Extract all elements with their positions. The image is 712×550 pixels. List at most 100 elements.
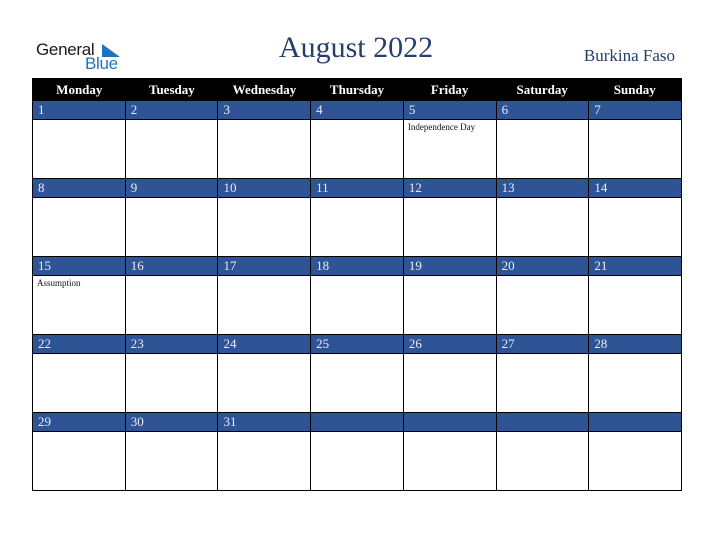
- holiday-label: [311, 198, 403, 200]
- day-number: 6: [496, 101, 589, 120]
- day-cell[interactable]: [311, 413, 404, 490]
- holiday-label: [126, 432, 218, 434]
- weekday-header: Monday: [56, 82, 103, 97]
- holiday-label: [311, 432, 403, 434]
- day-cell[interactable]: 2: [125, 101, 219, 178]
- day-cell[interactable]: 1: [33, 101, 126, 178]
- holiday-label: [126, 276, 218, 278]
- day-cell[interactable]: 5 Independence Day: [403, 101, 497, 178]
- day-number: 26: [403, 335, 496, 354]
- holiday-label: [126, 198, 218, 200]
- day-number: 19: [403, 257, 496, 276]
- day-number: 1: [33, 101, 125, 120]
- holiday-label: [218, 432, 310, 434]
- day-number: 10: [218, 179, 311, 198]
- day-cell[interactable]: 12: [403, 179, 497, 256]
- holiday-label: [404, 354, 496, 356]
- day-number: 13: [496, 179, 589, 198]
- week-row: 22 23 24 25 26 27 28: [33, 335, 682, 413]
- holiday-label: [589, 276, 681, 278]
- day-number: 11: [311, 179, 403, 198]
- day-cell[interactable]: 4: [311, 101, 404, 178]
- day-cell[interactable]: 20: [496, 257, 590, 334]
- holiday-label: [589, 432, 681, 434]
- day-cell[interactable]: 10: [218, 179, 312, 256]
- day-number: 5: [403, 101, 496, 120]
- day-number: 15: [33, 257, 125, 276]
- day-cell[interactable]: 3: [218, 101, 312, 178]
- weekday-header: Saturday: [516, 82, 568, 97]
- day-cell[interactable]: 6: [496, 101, 590, 178]
- day-number: 30: [125, 413, 218, 432]
- holiday-label: [218, 354, 310, 356]
- holiday-label: [126, 354, 218, 356]
- day-cell[interactable]: 19: [403, 257, 497, 334]
- holiday-label: [589, 198, 681, 200]
- day-cell[interactable]: 17: [218, 257, 312, 334]
- day-number: 31: [218, 413, 311, 432]
- calendar-grid: Monday Tuesday Wednesday Thursday Friday…: [32, 78, 682, 491]
- day-number: 20: [496, 257, 589, 276]
- weekday-header: Wednesday: [232, 82, 297, 97]
- day-cell[interactable]: 8: [33, 179, 126, 256]
- day-cell[interactable]: 30: [125, 413, 219, 490]
- day-cell[interactable]: 28: [589, 335, 682, 412]
- day-number: 28: [589, 335, 682, 354]
- day-number: [311, 413, 403, 432]
- day-number: 17: [218, 257, 311, 276]
- holiday-label: [33, 198, 125, 200]
- holiday-label: [33, 354, 125, 356]
- day-number: 25: [311, 335, 403, 354]
- day-cell[interactable]: 27: [496, 335, 590, 412]
- holiday-label: [33, 120, 125, 122]
- holiday-label: [589, 354, 681, 356]
- country-label: Burkina Faso: [583, 46, 675, 65]
- day-cell[interactable]: [589, 413, 682, 490]
- week-row: 15 Assumption 16 17 18 19 20 21: [33, 257, 682, 335]
- day-number: 21: [589, 257, 682, 276]
- day-cell[interactable]: 16: [125, 257, 219, 334]
- holiday-label: [497, 198, 589, 200]
- day-number: 16: [125, 257, 218, 276]
- day-number: 4: [311, 101, 403, 120]
- weekday-header: Thursday: [329, 82, 385, 97]
- holiday-label: [497, 432, 589, 434]
- holiday-label: [589, 120, 681, 122]
- week-row: 29 30 31: [33, 413, 682, 490]
- holiday-label: [497, 276, 589, 278]
- day-cell[interactable]: 14: [589, 179, 682, 256]
- day-number: 2: [125, 101, 218, 120]
- holiday-label: [126, 120, 218, 122]
- holiday-label: [497, 120, 589, 122]
- day-cell[interactable]: [403, 413, 497, 490]
- holiday-label: Independence Day: [407, 122, 476, 132]
- weekday-header: Tuesday: [148, 82, 195, 97]
- day-number: [496, 413, 589, 432]
- day-cell[interactable]: 22: [33, 335, 126, 412]
- day-number: 8: [33, 179, 125, 198]
- day-cell[interactable]: 11: [311, 179, 404, 256]
- day-cell[interactable]: 15 Assumption: [33, 257, 126, 334]
- day-cell[interactable]: 24: [218, 335, 312, 412]
- day-cell[interactable]: 31: [218, 413, 312, 490]
- weekday-header: Friday: [430, 82, 469, 97]
- day-number: 7: [589, 101, 682, 120]
- day-cell[interactable]: 21: [589, 257, 682, 334]
- day-cell[interactable]: 13: [496, 179, 590, 256]
- day-cell[interactable]: 18: [311, 257, 404, 334]
- day-number: 23: [125, 335, 218, 354]
- weekday-header-row: Monday Tuesday Wednesday Thursday Friday…: [33, 78, 681, 101]
- day-number: 27: [496, 335, 589, 354]
- day-cell[interactable]: 7: [589, 101, 682, 178]
- day-cell[interactable]: 29: [33, 413, 126, 490]
- holiday-label: [33, 432, 125, 434]
- day-number: [589, 413, 682, 432]
- holiday-label: [404, 276, 496, 278]
- day-cell[interactable]: 26: [403, 335, 497, 412]
- day-cell[interactable]: 9: [125, 179, 219, 256]
- day-cell[interactable]: [496, 413, 590, 490]
- day-number: 18: [311, 257, 403, 276]
- day-cell[interactable]: 23: [125, 335, 219, 412]
- holiday-label: [218, 198, 310, 200]
- day-cell[interactable]: 25: [311, 335, 404, 412]
